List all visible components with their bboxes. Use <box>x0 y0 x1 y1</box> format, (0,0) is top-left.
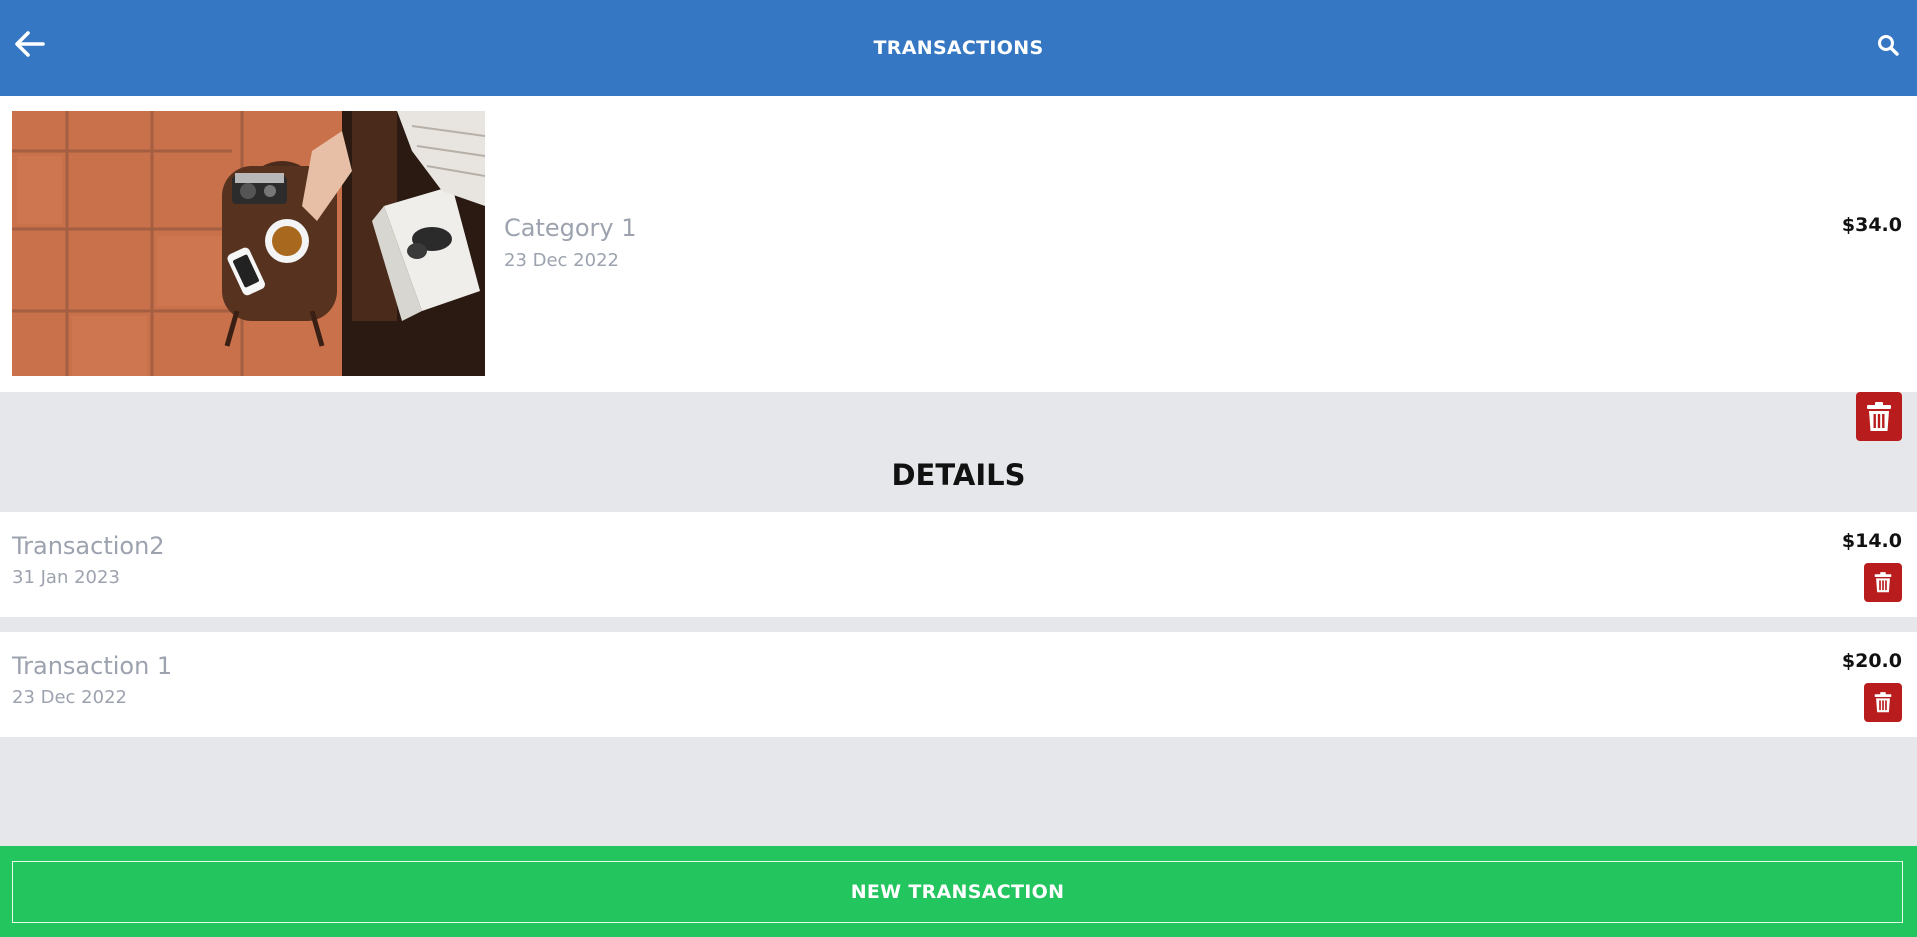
app-header: TRANSACTIONS <box>0 0 1917 96</box>
footer-bar: NEW TRANSACTION <box>0 846 1917 937</box>
page-title: TRANSACTIONS <box>873 37 1044 59</box>
trash-icon <box>1874 692 1892 713</box>
transaction-date: 31 Jan 2023 <box>12 567 120 588</box>
transactions-screen: TRANSACTIONS Category 1 23 Dec 2022 $34.… <box>0 0 1917 937</box>
transaction-date: 23 Dec 2022 <box>12 687 127 708</box>
trash-icon <box>1867 401 1891 431</box>
transaction-row[interactable]: Transaction2 31 Jan 2023 $14.0 <box>0 512 1917 617</box>
transaction-name: Transaction2 <box>12 532 165 560</box>
transaction-row[interactable]: Transaction 1 23 Dec 2022 $20.0 <box>0 632 1917 737</box>
category-photo <box>12 111 485 376</box>
transaction-amount: $20.0 <box>1841 650 1902 672</box>
transaction-amount: $14.0 <box>1841 530 1902 552</box>
delete-transaction-button[interactable] <box>1864 683 1902 722</box>
category-name: Category 1 <box>504 214 637 242</box>
category-card[interactable]: Category 1 23 Dec 2022 $34.0 <box>0 96 1917 392</box>
category-amount: $34.0 <box>1841 214 1902 236</box>
search-button[interactable] <box>1873 30 1903 60</box>
delete-transaction-button[interactable] <box>1864 563 1902 602</box>
category-date: 23 Dec 2022 <box>504 250 619 271</box>
details-heading: DETAILS <box>891 458 1026 492</box>
search-icon <box>1878 35 1899 56</box>
transaction-name: Transaction 1 <box>12 652 173 680</box>
new-transaction-button[interactable]: NEW TRANSACTION <box>12 861 1903 923</box>
trash-icon <box>1874 572 1892 593</box>
category-image <box>12 111 485 376</box>
delete-category-button[interactable] <box>1856 392 1902 441</box>
